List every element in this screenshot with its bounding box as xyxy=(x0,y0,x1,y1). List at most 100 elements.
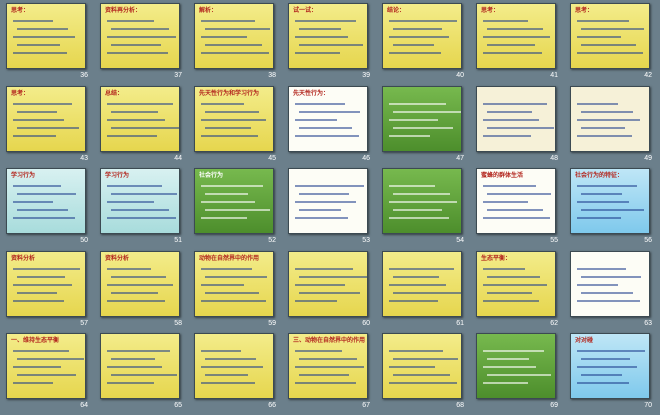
slide-title: 思考： xyxy=(11,7,30,14)
slide-number: 53 xyxy=(362,237,370,244)
slide-text-line xyxy=(581,374,622,376)
slide-thumbnail-41[interactable]: 思考： 41 xyxy=(470,3,564,85)
slide-thumbnail-54[interactable]: 54 xyxy=(376,168,470,250)
slide-text-line xyxy=(389,20,457,22)
slide-thumbnail-45[interactable]: 先天性行为和学习行为 45 xyxy=(188,85,282,168)
slide-preview[interactable]: 动物在自然界中的作用 xyxy=(194,250,274,317)
slide-preview[interactable]: 学习行为 xyxy=(6,168,86,234)
slide-thumbnail-62[interactable]: 生态平衡： 62 xyxy=(470,250,564,333)
slide-preview[interactable] xyxy=(476,85,556,152)
slide-thumbnail-64[interactable]: 一、维持生态平衡 64 xyxy=(0,333,94,415)
slide-thumbnail-43[interactable]: 思考： 43 xyxy=(0,85,94,168)
slide-text-line xyxy=(13,52,67,54)
slide-preview[interactable]: 结论： xyxy=(382,3,462,69)
slide-thumbnail-47[interactable]: 47 xyxy=(376,85,470,168)
slide-thumbnail-59[interactable]: 动物在自然界中的作用 59 xyxy=(188,250,282,333)
slide-thumbnail-38[interactable]: 解析： 38 xyxy=(188,3,282,85)
slide-preview[interactable] xyxy=(382,333,462,399)
slide-number: 63 xyxy=(644,319,652,327)
slide-thumbnail-53[interactable]: 53 xyxy=(282,168,376,250)
slide-preview[interactable]: 思考： xyxy=(476,3,556,69)
slide-text-line xyxy=(111,209,169,211)
slide-thumbnail-66[interactable]: 66 xyxy=(188,333,282,415)
slide-preview[interactable]: 学习行为 xyxy=(100,168,180,234)
slide-preview[interactable] xyxy=(570,250,650,317)
slide-thumbnail-44[interactable]: 总结： 44 xyxy=(94,85,188,168)
slide-text-line xyxy=(295,20,356,22)
slide-number: 42 xyxy=(644,72,652,79)
slide-preview[interactable]: 思考： xyxy=(570,3,650,69)
slide-preview[interactable] xyxy=(382,168,462,234)
slide-thumbnail-51[interactable]: 学习行为 51 xyxy=(94,168,188,250)
slide-thumbnail-55[interactable]: 蜜蜂的群体生活 55 xyxy=(470,168,564,250)
slide-thumbnail-39[interactable]: 试一试： 39 xyxy=(282,3,376,85)
slide-text-line xyxy=(201,350,241,352)
slide-text-line xyxy=(17,275,65,278)
slide-preview[interactable] xyxy=(288,168,368,234)
slide-text-line xyxy=(299,193,349,195)
slide-preview[interactable] xyxy=(476,333,556,399)
slide-thumbnail-56[interactable]: 社会行为的特征： 56 xyxy=(564,168,658,250)
slide-preview[interactable] xyxy=(570,85,650,152)
slide-thumbnail-50[interactable]: 学习行为 50 xyxy=(0,168,94,250)
slide-preview[interactable] xyxy=(382,85,462,152)
slide-thumbnail-58[interactable]: 资料分析 58 xyxy=(94,250,188,333)
slide-text-line xyxy=(17,44,60,46)
slide-text-line xyxy=(487,126,554,129)
slide-text-line xyxy=(13,267,80,270)
slide-preview[interactable]: 解析： xyxy=(194,3,274,69)
slide-thumbnail-36[interactable]: 思考： 36 xyxy=(0,3,94,85)
slide-preview[interactable]: 一、维持生态平衡 xyxy=(6,333,86,399)
slide-preview[interactable] xyxy=(382,250,462,317)
slide-thumbnail-49[interactable]: 49 xyxy=(564,85,658,168)
slide-thumbnail-69[interactable]: 69 xyxy=(470,333,564,415)
slide-number: 59 xyxy=(268,319,276,327)
slide-thumbnail-67[interactable]: 三、动物在自然界中的作用 67 xyxy=(282,333,376,415)
slide-preview[interactable] xyxy=(288,250,368,317)
slide-thumbnail-52[interactable]: 社会行为 52 xyxy=(188,168,282,250)
slide-title: 学习行为 xyxy=(11,172,36,179)
slide-thumbnail-57[interactable]: 资料分析 57 xyxy=(0,250,94,333)
slide-thumbnail-37[interactable]: 资料再分析： 37 xyxy=(94,3,188,85)
slide-thumbnail-61[interactable]: 61 xyxy=(376,250,470,333)
slide-preview[interactable] xyxy=(194,333,274,399)
slide-number: 66 xyxy=(268,402,276,409)
slide-thumbnail-63[interactable]: 63 xyxy=(564,250,658,333)
slide-text-line xyxy=(201,36,247,38)
slide-text-line xyxy=(393,291,461,294)
slide-text-line xyxy=(295,134,359,137)
slide-preview[interactable]: 生态平衡： xyxy=(476,250,556,317)
slide-thumbnail-60[interactable]: 60 xyxy=(282,250,376,333)
slide-text-line xyxy=(107,102,173,105)
slide-preview[interactable]: 资料分析 xyxy=(6,250,86,317)
slide-preview[interactable] xyxy=(100,333,180,399)
slide-thumbnail-70[interactable]: 对对碰 70 xyxy=(564,333,658,415)
slide-text-line xyxy=(201,118,266,121)
slide-preview[interactable]: 思考： xyxy=(6,3,86,69)
slide-preview[interactable]: 三、动物在自然界中的作用 xyxy=(288,333,368,399)
slide-thumbnail-46[interactable]: 先天性行为： 46 xyxy=(282,85,376,168)
slide-preview[interactable]: 先天性行为和学习行为 xyxy=(194,85,274,152)
slide-preview[interactable]: 资料分析 xyxy=(100,250,180,317)
slide-text-line xyxy=(17,358,84,360)
slide-text-line xyxy=(111,291,158,294)
slide-preview[interactable]: 资料再分析： xyxy=(100,3,180,69)
slide-preview[interactable]: 先天性行为： xyxy=(288,85,368,152)
slide-preview[interactable]: 总结： xyxy=(100,85,180,152)
slide-title: 三、动物在自然界中的作用 xyxy=(293,337,366,344)
slide-text-line xyxy=(205,275,267,278)
slide-preview[interactable]: 对对碰 xyxy=(570,333,650,399)
slide-thumbnail-65[interactable]: 65 xyxy=(94,333,188,415)
slide-title: 思考： xyxy=(11,89,30,97)
slide-thumbnail-42[interactable]: 思考： 42 xyxy=(564,3,658,85)
slide-preview[interactable]: 蜜蜂的群体生活 xyxy=(476,168,556,234)
slide-thumbnail-48[interactable]: 48 xyxy=(470,85,564,168)
slide-preview[interactable]: 试一试： xyxy=(288,3,368,69)
slide-thumbnail-68[interactable]: 68 xyxy=(376,333,470,415)
slide-preview[interactable]: 社会行为的特征： xyxy=(570,168,650,234)
slide-text-line xyxy=(205,374,248,376)
slide-thumbnail-40[interactable]: 结论： 40 xyxy=(376,3,470,85)
slide-preview[interactable]: 社会行为 xyxy=(194,168,274,234)
slide-text-line xyxy=(205,358,256,360)
slide-preview[interactable]: 思考： xyxy=(6,85,86,152)
